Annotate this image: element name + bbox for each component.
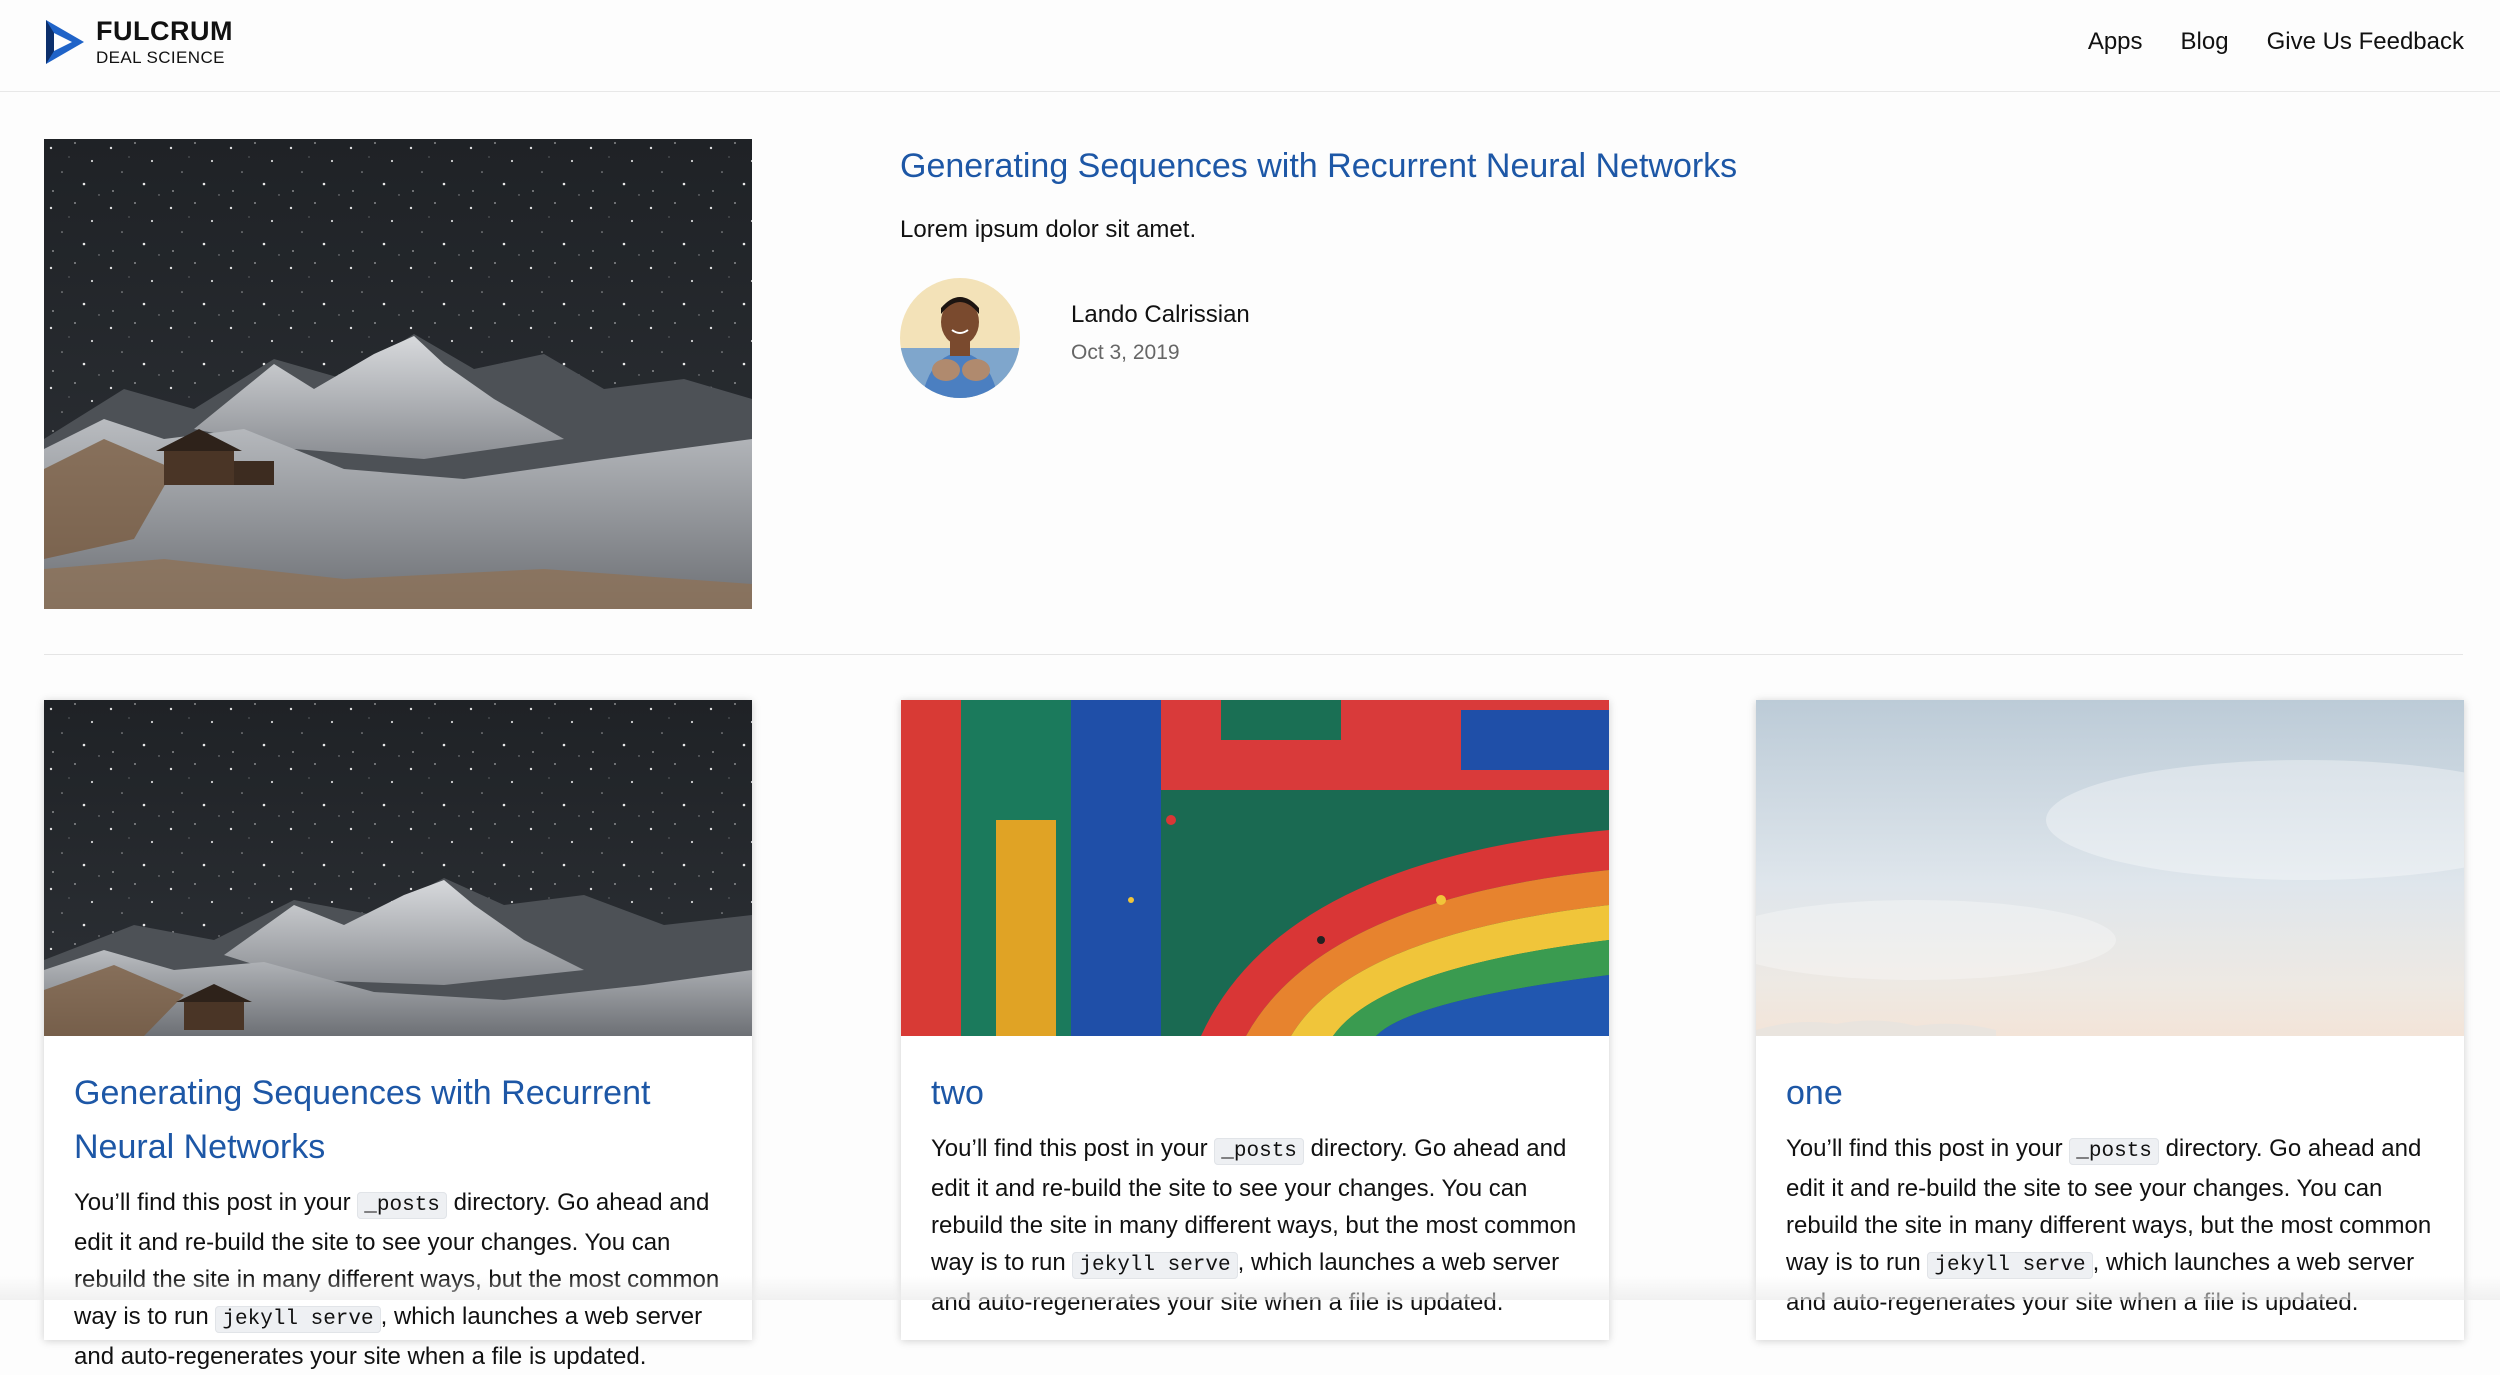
nav-feedback-link[interactable]: Give Us Feedback	[2267, 28, 2464, 56]
post-card-body: Generating Sequences with Recurrent Neur…	[44, 1036, 752, 1375]
post-card[interactable]: two You’ll find this post in your _posts…	[901, 700, 1609, 1340]
post-card-image	[901, 700, 1609, 1036]
post-card[interactable]: Generating Sequences with Recurrent Neur…	[44, 700, 752, 1370]
excerpt-text: You’ll find this post in your	[931, 1135, 1215, 1162]
post-card-body: one You’ll find this post in your _posts…	[1756, 1036, 2464, 1321]
post-card-excerpt: You’ll find this post in your _posts dir…	[931, 1130, 1579, 1321]
post-card-body: two You’ll find this post in your _posts…	[901, 1036, 1609, 1321]
play-triangle-icon	[46, 20, 84, 64]
author-avatar	[900, 278, 1020, 398]
inline-code: jekyll serve	[215, 1306, 381, 1333]
inline-code: _posts	[357, 1192, 447, 1219]
nav-blog-link[interactable]: Blog	[2181, 28, 2229, 56]
featured-post-image[interactable]	[44, 139, 752, 609]
featured-post-excerpt: Lorem ipsum dolor sit amet.	[900, 216, 1197, 243]
inline-code: _posts	[1214, 1138, 1304, 1165]
author-block: Lando Calrissian Oct 3, 2019	[900, 278, 2100, 398]
excerpt-text: You’ll find this post in your	[1786, 1135, 2070, 1162]
post-card-title[interactable]: two	[931, 1066, 1579, 1120]
post-date: Oct 3, 2019	[1071, 341, 1180, 364]
section-divider	[44, 654, 2463, 655]
excerpt-text: You’ll find this post in your	[74, 1189, 358, 1216]
brand-name: FULCRUM	[96, 16, 233, 46]
brand-subtitle: DEAL SCIENCE	[96, 48, 225, 67]
brand-text: FULCRUM DEAL SCIENCE	[96, 16, 233, 67]
night-mountain-image	[44, 139, 752, 609]
post-card-image	[1756, 700, 2464, 1036]
top-nav: Apps Blog Give Us Feedback	[2088, 28, 2464, 56]
post-card-image	[44, 700, 752, 1036]
featured-post-title[interactable]: Generating Sequences with Recurrent Neur…	[900, 147, 2100, 186]
inline-code: _posts	[2069, 1138, 2159, 1165]
brand-logo-link[interactable]: FULCRUM DEAL SCIENCE	[44, 18, 233, 66]
post-card-title[interactable]: one	[1786, 1066, 2434, 1120]
inline-code: jekyll serve	[1072, 1252, 1238, 1279]
post-card[interactable]: one You’ll find this post in your _posts…	[1756, 700, 2464, 1340]
author-meta: Lando Calrissian Oct 3, 2019	[1071, 301, 1250, 365]
post-card-excerpt: You’ll find this post in your _posts dir…	[1786, 1130, 2434, 1321]
nav-apps-link[interactable]: Apps	[2088, 28, 2143, 56]
author-name: Lando Calrissian	[1071, 301, 1250, 328]
site-header: FULCRUM DEAL SCIENCE Apps Blog Give Us F…	[0, 0, 2500, 92]
inline-code: jekyll serve	[1927, 1252, 2093, 1279]
post-card-title[interactable]: Generating Sequences with Recurrent Neur…	[74, 1066, 722, 1174]
featured-post: Generating Sequences with Recurrent Neur…	[900, 139, 2100, 398]
post-card-excerpt: You’ll find this post in your _posts dir…	[74, 1184, 722, 1375]
